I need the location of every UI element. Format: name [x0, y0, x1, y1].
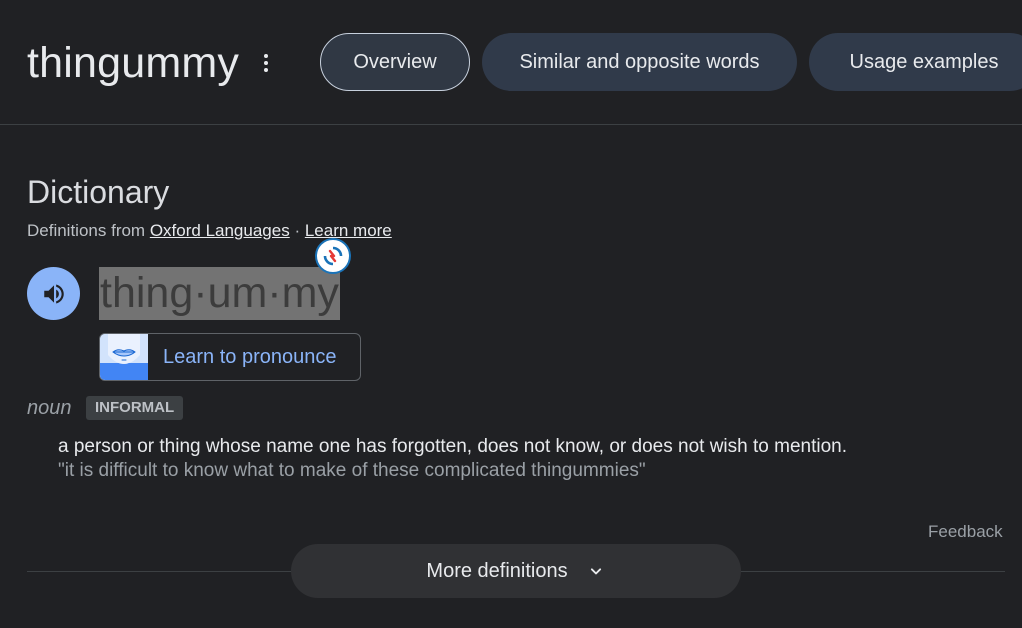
part-of-speech: noun — [27, 397, 72, 419]
source-separator: · — [289, 221, 305, 240]
lips-icon — [100, 334, 148, 380]
header-divider — [0, 124, 1022, 125]
oxford-languages-link[interactable]: Oxford Languages — [150, 221, 290, 240]
learn-to-pronounce-label: Learn to pronounce — [163, 345, 337, 368]
chevron-down-icon — [586, 561, 606, 581]
speaker-icon — [43, 283, 64, 304]
learn-more-link[interactable]: Learn more — [305, 221, 392, 240]
phonetic-spelling: thing·um·my — [99, 267, 340, 320]
translate-refresh-icon[interactable] — [315, 238, 351, 274]
more-definitions-button[interactable]: More definitions — [291, 544, 741, 598]
page-title: thingummy — [27, 39, 240, 87]
speaker-button[interactable] — [27, 267, 80, 320]
example-sentence: "it is difficult to know what to make of… — [58, 460, 646, 481]
more-definitions-label: More definitions — [426, 559, 568, 582]
feedback-link[interactable]: Feedback — [928, 522, 1003, 542]
register-badge: INFORMAL — [86, 396, 184, 420]
dictionary-heading: Dictionary — [27, 174, 170, 210]
tab-overview[interactable]: Overview — [320, 33, 470, 91]
tab-similar-opposite-words[interactable]: Similar and opposite words — [482, 33, 797, 91]
learn-to-pronounce-button[interactable]: Learn to pronounce — [99, 333, 361, 381]
source-prefix: Definitions from — [27, 221, 150, 240]
definition-text: a person or thing whose name one has for… — [58, 436, 847, 457]
kebab-menu-icon[interactable] — [258, 52, 274, 74]
tab-usage-examples[interactable]: Usage examples — [809, 33, 1022, 91]
